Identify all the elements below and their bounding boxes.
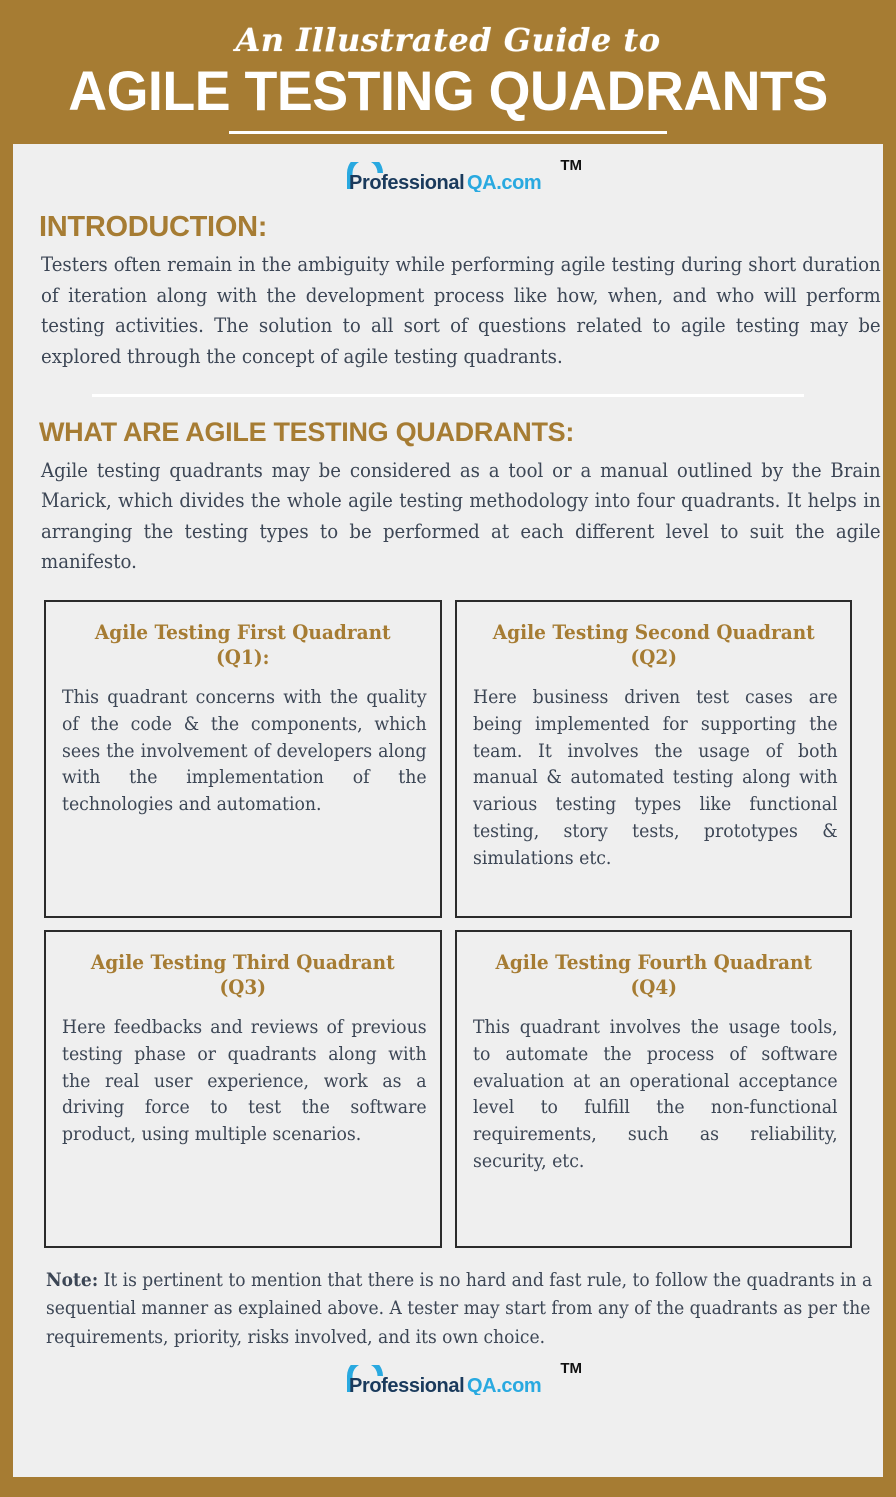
- logo-mark-icon: Professional QA.com: [347, 1365, 542, 1395]
- professionalqa-logo-footer[interactable]: Professional QA.com TM: [339, 1361, 582, 1395]
- quadrant-card-q2: Agile Testing Second Quadrant (Q2) Here …: [454, 599, 852, 918]
- section-body-introduction: Testers often remain in the ambiguity wh…: [41, 253, 881, 368]
- quadrant-body-q4: This quadrant involves the usage tools, …: [472, 1017, 838, 1172]
- svg-text:QA.com: QA.com: [467, 172, 541, 192]
- professionalqa-logo[interactable]: Professional QA.com TM: [339, 158, 582, 192]
- section-heading-what-are: WHAT ARE AGILE TESTING QUADRANTS:: [39, 416, 575, 447]
- page-title: AGILE TESTING QUADRANTS: [68, 59, 828, 123]
- section-body-what-are: Agile testing quadrants may be considere…: [41, 458, 881, 574]
- quadrant-grid: Agile Testing First Quadrant (Q1): This …: [44, 599, 852, 1248]
- section-heading-introduction: INTRODUCTION:: [39, 211, 268, 244]
- note-block: Note: It is pertinent to mention that th…: [46, 1266, 881, 1352]
- quadrant-card-q1: Agile Testing First Quadrant (Q1): This …: [44, 599, 442, 918]
- svg-text:QA.com: QA.com: [467, 1375, 541, 1395]
- trademark-symbol: TM: [560, 1360, 582, 1378]
- content-panel: Professional QA.com TM INTRODUCTION: Tes…: [13, 144, 883, 1478]
- infographic-root: An Illustrated Guide to AGILE TESTING QU…: [0, 0, 896, 1497]
- quadrant-card-q3: Agile Testing Third Quadrant (Q3) Here f…: [44, 929, 442, 1248]
- svg-text:Professional: Professional: [349, 1375, 464, 1395]
- content-body: INTRODUCTION: Testers often remain in th…: [13, 211, 883, 1351]
- header-banner: An Illustrated Guide to AGILE TESTING QU…: [0, 5, 896, 145]
- header-underline: [229, 131, 667, 135]
- quadrant-title-q4: Agile Testing Fourth Quadrant (Q4): [494, 950, 812, 1000]
- trademark-symbol: TM: [560, 157, 582, 175]
- logo-mark-icon: Professional QA.com: [347, 162, 542, 192]
- svg-text:Professional: Professional: [349, 172, 464, 192]
- quadrant-title-q2: Agile Testing Second Quadrant (Q2): [492, 620, 815, 670]
- footer-logo-container: Professional QA.com TM: [13, 1351, 883, 1410]
- quadrant-card-q4: Agile Testing Fourth Quadrant (Q4) This …: [454, 929, 852, 1248]
- quadrant-body-q2: Here business driven test cases are bein…: [472, 687, 838, 869]
- note-text: It is pertinent to mention that there is…: [46, 1268, 873, 1348]
- quadrant-title-q3: Agile Testing Third Quadrant (Q3): [90, 950, 395, 1000]
- quadrant-body-q1: This quadrant concerns with the quality …: [62, 687, 427, 816]
- section-divider: [92, 393, 804, 397]
- header-eyebrow: An Illustrated Guide to: [235, 21, 661, 59]
- quadrant-body-q3: Here feedbacks and reviews of previous t…: [62, 1017, 427, 1146]
- header-logo-container: Professional QA.com TM: [13, 144, 883, 199]
- quadrant-title-q1: Agile Testing First Quadrant (Q1):: [94, 620, 391, 670]
- note-label: Note:: [46, 1268, 99, 1291]
